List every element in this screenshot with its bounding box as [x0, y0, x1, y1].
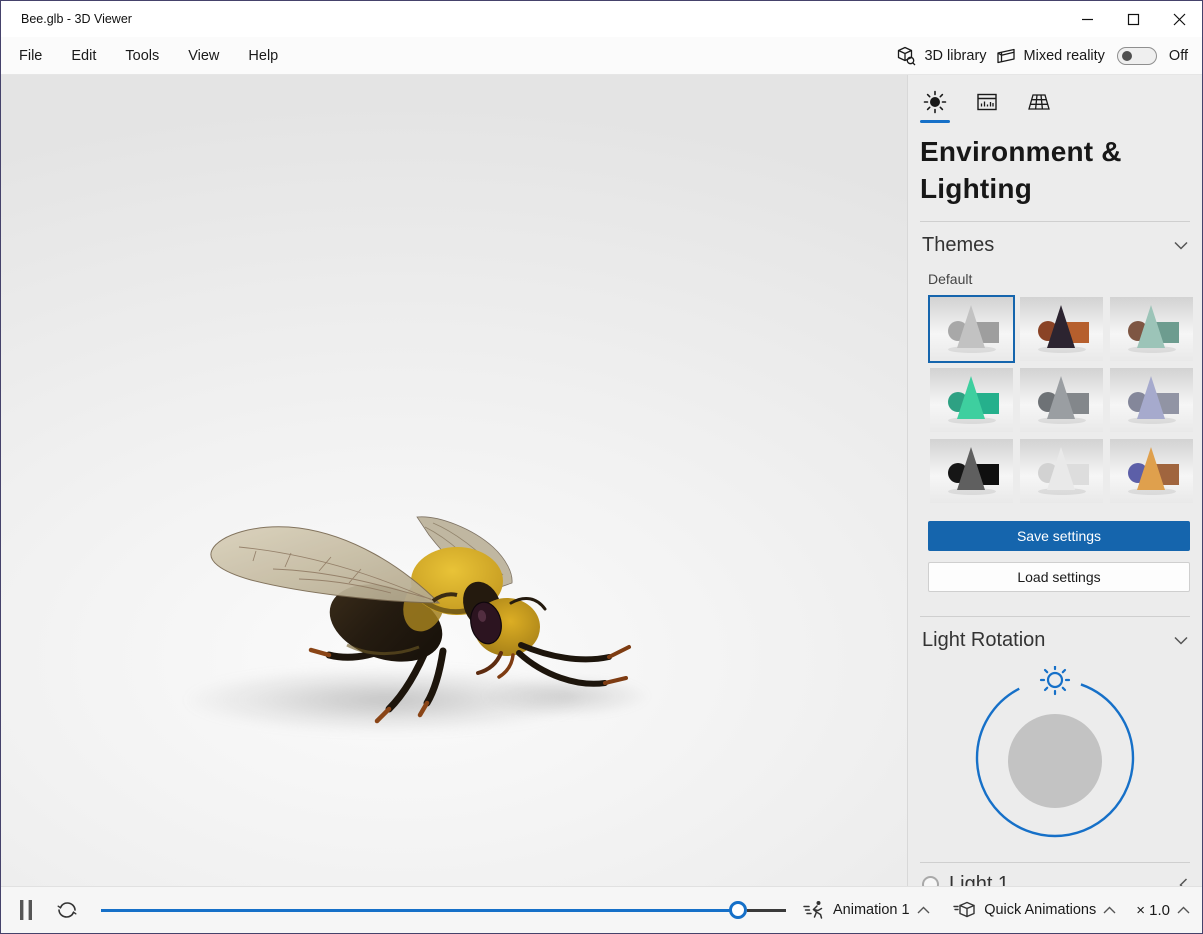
chevron-left-icon[interactable]: [1179, 878, 1188, 886]
quick-animations-label: Quick Animations: [984, 902, 1096, 918]
3d-library-label: 3D library: [924, 48, 986, 64]
chevron-up-icon[interactable]: [1103, 906, 1116, 914]
themes-section-header[interactable]: Themes: [920, 222, 1190, 267]
menu-edit[interactable]: Edit: [71, 48, 96, 64]
minimize-icon: [1081, 13, 1094, 26]
theme-thumbnail-black[interactable]: [928, 437, 1015, 505]
loop-icon: [55, 899, 79, 921]
timeline-handle[interactable]: [729, 901, 747, 919]
timeline-slider[interactable]: [101, 900, 786, 920]
mixed-reality-icon: [995, 45, 1017, 67]
window-controls: [1064, 1, 1202, 37]
theme-thumbnail-vivid[interactable]: [1108, 437, 1195, 505]
toggle-knob: [1122, 51, 1132, 61]
light-rotation-label: Light Rotation: [922, 629, 1045, 652]
maximize-button[interactable]: [1110, 1, 1156, 37]
app-window: Bee.glb - 3D Viewer File Edit Tools View…: [0, 0, 1203, 934]
chevron-up-icon[interactable]: [917, 906, 930, 914]
themes-grid: [928, 295, 1190, 505]
tab-environment-lighting[interactable]: [920, 90, 950, 123]
themes-group-label: Default: [928, 271, 1190, 287]
chevron-up-icon[interactable]: [1177, 906, 1190, 914]
3d-library-button[interactable]: 3D library: [895, 45, 986, 67]
tab-stats[interactable]: [972, 90, 1002, 123]
theme-thumbnail-mid-gray[interactable]: [1018, 366, 1105, 434]
mixed-reality-button[interactable]: Mixed reality: [995, 45, 1105, 67]
menu-file[interactable]: File: [19, 48, 42, 64]
bee-model[interactable]: [181, 495, 641, 755]
menu-bar: File Edit Tools View Help 3D library M: [1, 37, 1202, 75]
light-rotation-section-header[interactable]: Light Rotation: [920, 617, 1190, 662]
save-settings-button[interactable]: Save settings: [928, 521, 1190, 551]
themes-label: Themes: [922, 234, 994, 257]
pause-icon: [19, 899, 33, 921]
mixed-reality-state: Off: [1169, 48, 1188, 64]
theme-thumbnail-white[interactable]: [1018, 437, 1105, 505]
light1-label: Light 1: [949, 873, 1009, 886]
loop-button[interactable]: [55, 899, 79, 921]
sun-icon: [923, 90, 947, 114]
close-button[interactable]: [1156, 1, 1202, 37]
light-rotation-dial[interactable]: [970, 666, 1140, 838]
mixed-reality-toggle[interactable]: [1117, 47, 1157, 65]
mixed-reality-label: Mixed reality: [1024, 48, 1105, 64]
timeline-track-filled[interactable]: [101, 909, 738, 912]
tab-grid[interactable]: [1024, 90, 1054, 123]
timeline-track-remaining[interactable]: [747, 909, 786, 912]
playback-bar: Animation 1 Quick Animations × 1.0: [1, 886, 1202, 933]
playback-speed-selector[interactable]: × 1.0: [1136, 902, 1190, 919]
theme-thumbnail-warm-orange[interactable]: [1018, 295, 1105, 363]
load-settings-button[interactable]: Load settings: [928, 562, 1190, 592]
panel-tabs: [920, 75, 1190, 123]
quick-animations-icon: [952, 899, 977, 921]
active-tab-underline: [920, 120, 950, 123]
menu-view[interactable]: View: [188, 48, 219, 64]
animation-selector[interactable]: Animation 1: [802, 899, 930, 921]
light1-row[interactable]: Light 1: [920, 863, 1190, 886]
stats-icon: [975, 90, 999, 114]
3d-library-icon: [895, 45, 917, 67]
playback-speed-label: × 1.0: [1136, 902, 1170, 919]
settings-panel: Environment & Lighting Themes Default Sa…: [907, 75, 1202, 886]
sun-handle-icon: [1041, 666, 1069, 694]
quick-animations-selector[interactable]: Quick Animations: [952, 899, 1116, 921]
maximize-icon: [1127, 13, 1140, 26]
theme-thumbnail-gray-default[interactable]: [928, 295, 1015, 363]
grid-plane-icon: [1026, 90, 1052, 114]
window-title: Bee.glb - 3D Viewer: [1, 12, 132, 26]
chevron-down-icon: [1174, 636, 1188, 645]
3d-viewport[interactable]: [1, 75, 907, 886]
chevron-down-icon: [1174, 241, 1188, 250]
light-rotation-ring: [970, 666, 1140, 838]
close-icon: [1173, 13, 1186, 26]
theme-thumbnail-sage-teal[interactable]: [1108, 295, 1195, 363]
running-animation-icon: [802, 899, 826, 921]
theme-thumbnail-green[interactable]: [928, 366, 1015, 434]
title-bar: Bee.glb - 3D Viewer: [1, 1, 1202, 37]
pause-button[interactable]: [19, 899, 33, 921]
light1-indicator[interactable]: [922, 876, 939, 886]
minimize-button[interactable]: [1064, 1, 1110, 37]
panel-title: Environment & Lighting: [920, 133, 1190, 207]
menu-help[interactable]: Help: [248, 48, 278, 64]
menu-tools[interactable]: Tools: [125, 48, 159, 64]
animation-label: Animation 1: [833, 902, 910, 918]
theme-thumbnail-lavender[interactable]: [1108, 366, 1195, 434]
menu-items: File Edit Tools View Help: [1, 48, 307, 64]
